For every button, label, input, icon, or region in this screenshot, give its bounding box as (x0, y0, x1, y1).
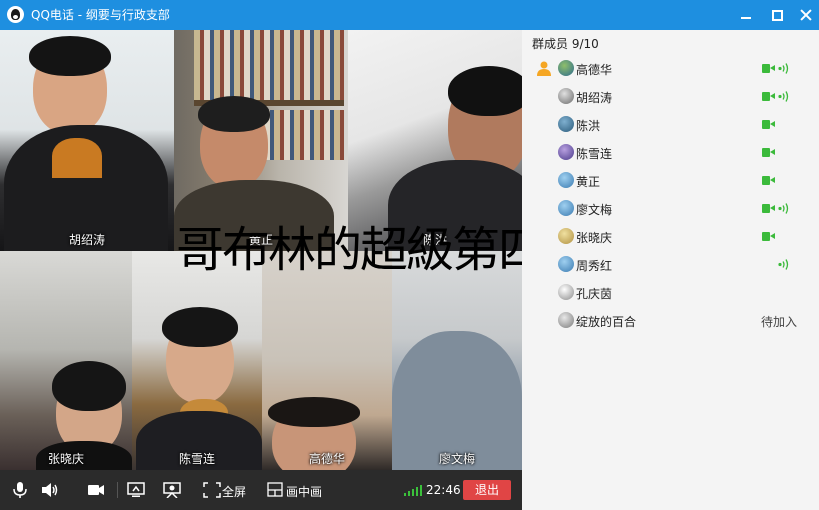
member-name: 陈雪连 (576, 147, 613, 161)
video-tile[interactable]: 陈雪连 (132, 251, 262, 470)
avatar (558, 88, 574, 104)
avatar (558, 116, 574, 132)
toolbar-divider (117, 482, 118, 498)
avatar (558, 312, 574, 328)
participant-hair (29, 36, 111, 76)
speaking-icon (778, 259, 789, 270)
video-on-icon (762, 176, 775, 185)
presentation-icon[interactable] (163, 482, 181, 498)
avatar (558, 284, 574, 300)
member-panel: 群成员 9/10 高德华 胡绍涛 陈洪 陈雪连 黄正 廖文梅 张晓庆 周秀红 孔… (522, 30, 819, 510)
participant-hair (268, 397, 360, 427)
avatar (558, 228, 574, 244)
member-name: 黄正 (576, 175, 601, 189)
participant-hair (52, 361, 126, 411)
member-item[interactable]: 孔庆茵 (522, 279, 819, 307)
exit-call-button[interactable]: 退出 (463, 480, 511, 500)
member-item[interactable]: 黄正 (522, 167, 819, 195)
speaker-icon[interactable] (41, 482, 59, 498)
qq-penguin-icon (7, 6, 24, 23)
member-item[interactable]: 陈雪连 (522, 139, 819, 167)
video-on-icon (762, 148, 775, 157)
member-name: 张晓庆 (576, 231, 613, 245)
avatar (558, 60, 574, 76)
avatar (558, 144, 574, 160)
avatar (558, 172, 574, 188)
video-grid: 胡绍涛 黄正 陈洪 张晓庆 陈雪连 高德华 廖文梅 哥布林的超級第四集 (0, 30, 592, 470)
fullscreen-icon[interactable] (203, 482, 221, 498)
participant-name: 胡绍涛 (68, 233, 105, 247)
video-on-icon (762, 120, 775, 129)
member-item[interactable]: 陈洪 (522, 111, 819, 139)
close-button[interactable] (798, 7, 814, 23)
maximize-button[interactable] (769, 7, 785, 23)
avatar (558, 200, 574, 216)
member-item[interactable]: 胡绍涛 (522, 83, 819, 111)
signal-strength-icon (404, 484, 424, 496)
member-name: 胡绍涛 (576, 91, 613, 105)
video-on-icon (762, 204, 775, 213)
picture-in-picture-icon[interactable] (267, 482, 285, 498)
video-tile[interactable]: 胡绍涛 (0, 30, 174, 251)
window-title: QQ电话 - 纲要与行政支部 (31, 8, 170, 22)
participant-name: 高德华 (308, 452, 345, 466)
member-item[interactable]: 绽放的百合 待加入 (522, 307, 819, 335)
video-on-icon (762, 92, 775, 101)
member-count-header: 群成员 9/10 (532, 37, 599, 51)
minimize-button[interactable] (738, 7, 754, 23)
video-tile[interactable]: 张晓庆 (0, 251, 132, 470)
member-name: 廖文梅 (576, 203, 613, 217)
participant-sweater (52, 138, 102, 178)
speaking-icon (778, 91, 789, 102)
call-toolbar: 全屏 画中画 22:46 退出 (0, 470, 522, 510)
video-on-icon (762, 232, 775, 241)
screen-share-icon[interactable] (127, 482, 145, 498)
speaking-icon (778, 63, 789, 74)
member-item[interactable]: 周秀红 (522, 251, 819, 279)
picture-in-picture-button[interactable]: 画中画 (286, 483, 322, 500)
participant-name: 廖文梅 (438, 452, 475, 466)
video-tile[interactable]: 廖文梅 (392, 251, 522, 470)
participant-hair (448, 66, 522, 116)
video-on-icon (762, 64, 775, 73)
member-name: 高德华 (576, 63, 613, 77)
avatar (558, 256, 574, 272)
speaking-icon (778, 203, 789, 214)
member-item[interactable]: 廖文梅 (522, 195, 819, 223)
video-tile[interactable]: 高德华 (262, 251, 392, 470)
pending-status: 待加入 (761, 315, 798, 329)
fullscreen-button[interactable]: 全屏 (222, 483, 246, 500)
participant-hair (162, 307, 238, 347)
bookshelf (194, 30, 344, 100)
participant-name: 陈雪连 (178, 452, 215, 466)
member-name: 绽放的百合 (576, 315, 637, 329)
member-name: 陈洪 (576, 119, 601, 133)
title-bar: QQ电话 - 纲要与行政支部 (0, 0, 819, 30)
participant-name: 张晓庆 (47, 452, 84, 466)
microphone-icon[interactable] (11, 482, 29, 498)
member-item[interactable]: 高德华 (522, 55, 819, 83)
camera-icon[interactable] (87, 482, 105, 498)
member-name: 孔庆茵 (576, 287, 613, 301)
member-item[interactable]: 张晓庆 (522, 223, 819, 251)
host-user-icon (537, 61, 551, 76)
member-name: 周秀红 (576, 259, 613, 273)
participant-hair (198, 96, 270, 132)
call-duration: 22:46 (426, 483, 461, 497)
